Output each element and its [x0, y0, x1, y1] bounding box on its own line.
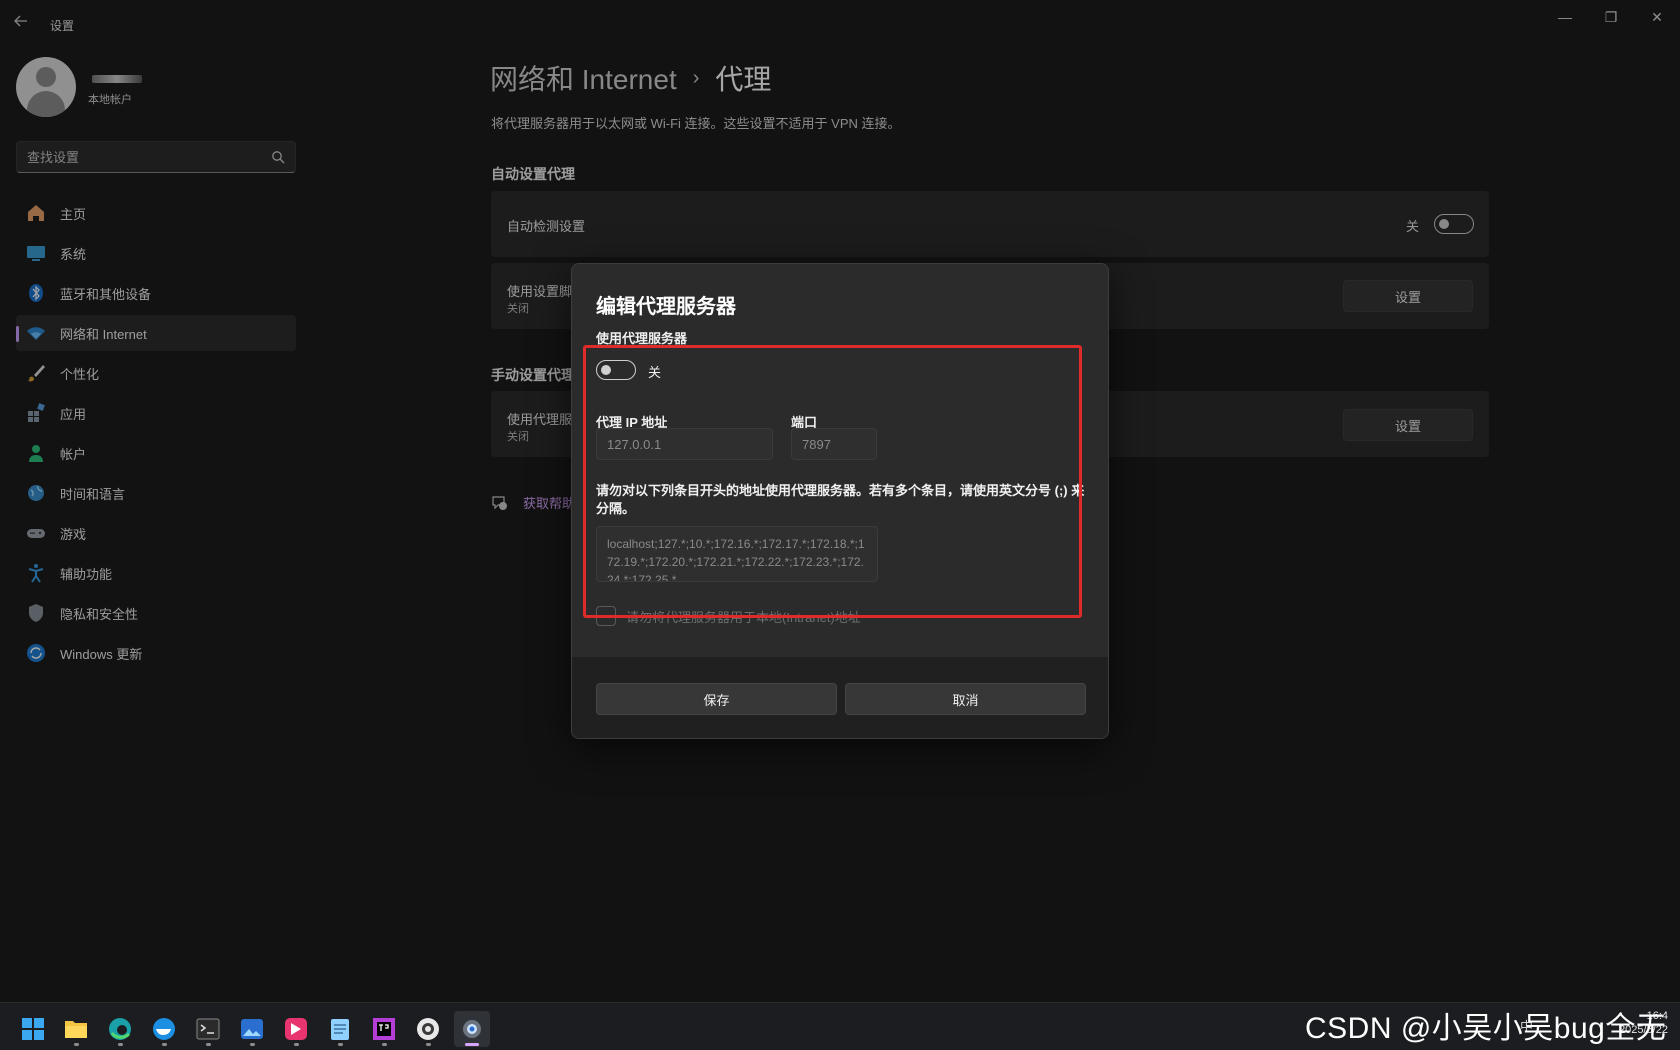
taskbar-browser[interactable]	[410, 1011, 446, 1047]
docker-icon	[153, 1018, 175, 1040]
start-button[interactable]	[15, 1011, 51, 1047]
taskbar-edge[interactable]	[102, 1011, 138, 1047]
dialog-title: 编辑代理服务器	[596, 296, 736, 318]
taskbar-docker[interactable]	[146, 1011, 182, 1047]
cancel-button[interactable]: 取消	[845, 683, 1086, 715]
file-explorer-icon	[65, 1021, 87, 1038]
save-button[interactable]: 保存	[596, 683, 837, 715]
photos-icon	[241, 1019, 263, 1039]
taskbar-jetbrains[interactable]	[366, 1011, 402, 1047]
browser-icon	[417, 1018, 439, 1040]
terminal-icon	[196, 1018, 220, 1040]
jetbrains-icon	[373, 1018, 395, 1040]
taskbar-terminal[interactable]	[190, 1011, 226, 1047]
taskbar-photos[interactable]	[234, 1011, 270, 1047]
taskbar-file-explorer[interactable]	[58, 1011, 94, 1047]
notepad-icon	[331, 1019, 349, 1040]
watermark: CSDN @小吴小吴bug全无	[1305, 1012, 1667, 1045]
settings-icon	[463, 1020, 481, 1038]
start-icon	[22, 1018, 44, 1040]
highlight-annotation	[583, 345, 1082, 618]
app-icon	[285, 1018, 307, 1040]
taskbar-settings[interactable]	[454, 1011, 490, 1047]
edge-icon	[109, 1018, 131, 1040]
taskbar-app[interactable]	[278, 1011, 314, 1047]
taskbar-notepad[interactable]	[322, 1011, 358, 1047]
